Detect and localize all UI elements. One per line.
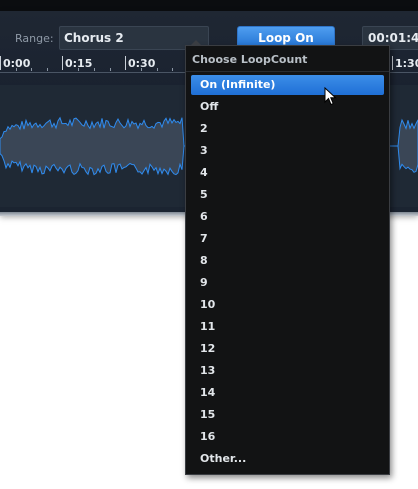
- ruler-minor-tick: [172, 68, 173, 71]
- loop-count-option[interactable]: 5: [191, 185, 384, 205]
- loop-count-option[interactable]: Other...: [191, 449, 384, 469]
- menu-caret: [190, 40, 202, 46]
- loop-count-option[interactable]: 15: [191, 405, 384, 425]
- loop-count-option[interactable]: 6: [191, 207, 384, 227]
- loop-count-option[interactable]: On (Infinite): [191, 75, 384, 95]
- loop-count-option[interactable]: 9: [191, 273, 384, 293]
- ruler-minor-tick: [141, 68, 142, 71]
- loop-count-option[interactable]: 14: [191, 383, 384, 403]
- menu-divider: [186, 71, 389, 72]
- ruler-tick: [62, 56, 63, 70]
- ruler-minor-tick: [94, 68, 95, 71]
- loop-count-option[interactable]: 8: [191, 251, 384, 271]
- loop-count-option[interactable]: 3: [191, 141, 384, 161]
- menu-header: Choose LoopCount: [192, 53, 308, 66]
- loop-count-option[interactable]: 11: [191, 317, 384, 337]
- loop-count-option[interactable]: 13: [191, 361, 384, 381]
- loop-count-option[interactable]: 10: [191, 295, 384, 315]
- ruler-minor-tick: [16, 68, 17, 71]
- app-window: Range: Chorus 2 Loop On 00:01:4 0:00 0:1…: [0, 0, 418, 489]
- ruler-tick: [0, 56, 1, 70]
- ruler-minor-tick: [78, 68, 79, 71]
- ruler-tick: [392, 56, 393, 70]
- loop-count-option[interactable]: 4: [191, 163, 384, 183]
- mouse-pointer-icon: [324, 87, 337, 106]
- ruler-minor-tick: [31, 68, 32, 71]
- loop-count-option[interactable]: 7: [191, 229, 384, 249]
- ruler-minor-tick: [110, 68, 111, 71]
- loop-count-option[interactable]: Off: [191, 97, 384, 117]
- range-label: Range:: [15, 32, 54, 45]
- loop-count-menu: Choose LoopCount On (Infinite) Off 2 3 4 5 6 7 8…: [185, 40, 390, 475]
- title-strip: [0, 0, 418, 11]
- loop-count-option[interactable]: 12: [191, 339, 384, 359]
- ruler-tick: [125, 56, 126, 70]
- ruler-minor-tick: [47, 68, 48, 71]
- ruler-label: 1:30: [395, 57, 418, 70]
- loop-count-option[interactable]: 2: [191, 119, 384, 139]
- ruler-minor-tick: [157, 68, 158, 71]
- loop-count-option[interactable]: 16: [191, 427, 384, 447]
